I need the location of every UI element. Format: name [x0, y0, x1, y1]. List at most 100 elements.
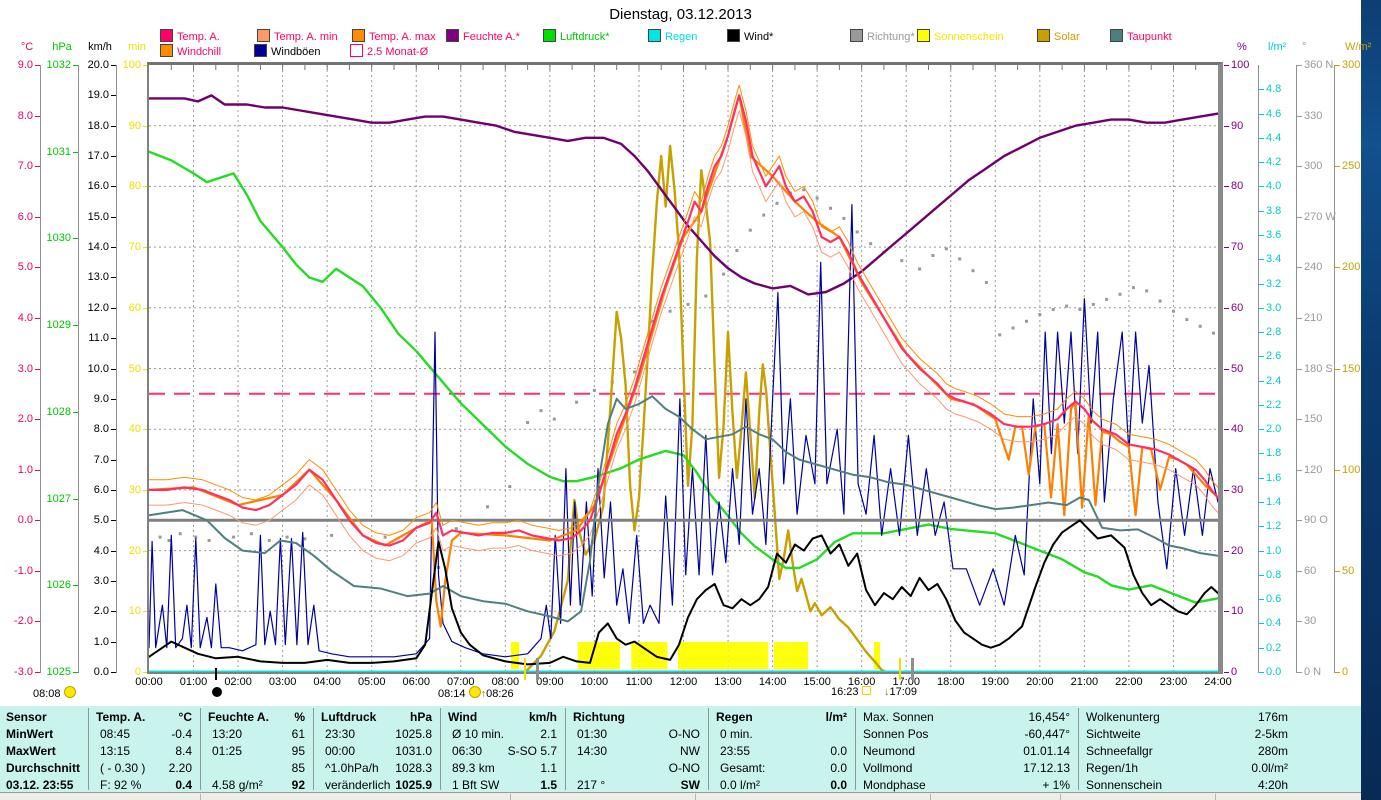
astro-value: 01.01.14 — [1023, 744, 1070, 758]
sunset-marker-a: 16:23 — [831, 686, 871, 698]
axis-tick — [1259, 332, 1264, 334]
axis-tick-label: 0.6 — [1266, 593, 1282, 606]
axis-tick-label: 1.8 — [1266, 447, 1282, 460]
axis-tick-label: 11.0 — [88, 332, 109, 345]
axis-tick — [1259, 404, 1264, 406]
x-axis-hour-label: 11:00 — [625, 676, 653, 688]
axis-tick-label: 90 O — [1304, 514, 1328, 527]
legend-swatch-icon — [352, 29, 365, 42]
table-value: 61 — [291, 727, 305, 741]
axis-tick — [1259, 647, 1264, 649]
legend-swatch-icon — [160, 44, 173, 57]
axis-tick-label: 70 — [128, 241, 141, 254]
axis-tick-label: 80 — [128, 180, 141, 193]
met-value: 176m — [1257, 710, 1288, 724]
axis-tick-label: 1.2 — [1266, 520, 1282, 533]
axis-tick — [111, 459, 116, 461]
twilight-tick — [911, 658, 914, 680]
axis-tick-label: 40 — [128, 423, 141, 436]
axis-tick — [1259, 574, 1264, 576]
table-value: NW — [680, 744, 700, 758]
axis-tick-label: 5.0 — [17, 261, 33, 274]
axis-tick-label: 210 — [1304, 311, 1323, 324]
statusbar-divider — [1060, 794, 1061, 800]
legend-label: Solar — [1054, 31, 1080, 43]
axis-tick-label: 360 N — [1304, 59, 1334, 71]
axis-tick-label: 180 S — [1304, 362, 1333, 375]
axis-unit-label: l/m² — [1268, 41, 1287, 53]
axis-tick-label: 90 — [128, 119, 141, 132]
legend-label: Wind* — [744, 31, 774, 43]
twilight-tick — [536, 658, 539, 680]
axis-tick — [35, 570, 40, 572]
x-axis-hour-label: 20:00 — [1026, 676, 1054, 688]
astro-value: + 1% — [1042, 778, 1070, 792]
statusbar-divider — [200, 794, 201, 800]
summary-table: Sensor MinWert MaxWert Durchschnitt 03.12. 2… — [0, 706, 1361, 792]
statusbar-divider — [930, 794, 931, 800]
axis-tick-label: 1030 — [46, 232, 71, 245]
axis-tick — [35, 621, 40, 623]
axis-tick-label: 30 — [1231, 483, 1244, 496]
axis-tick-label: 3.0 — [1266, 301, 1282, 314]
axis-tick — [1224, 611, 1229, 613]
desktop-background-strip — [1361, 0, 1381, 800]
axis-tick-label: 1027 — [46, 492, 71, 505]
status-bar — [0, 792, 1361, 800]
chart-plot — [149, 65, 1218, 672]
axis-tick-label: 300 — [1342, 59, 1361, 71]
axis-tick — [1224, 125, 1229, 127]
axis-tick — [35, 520, 40, 522]
x-axis-hour-label: 15:00 — [803, 676, 831, 688]
x-axis-hour-label: 04:00 — [313, 676, 341, 688]
legend-swatch-icon — [160, 29, 173, 42]
legend-item-regen: Regen — [648, 29, 697, 43]
axis-tick — [1259, 380, 1264, 382]
axis-tick — [73, 411, 78, 413]
table-col-unit: °C — [178, 710, 192, 724]
axis-tick — [1297, 520, 1302, 522]
table-value: 1025.8 — [395, 727, 432, 741]
legend-item-2-5-monat-: 2.5 Monat-Ø — [350, 44, 428, 58]
axis-tick-label: 3.0 — [93, 574, 109, 587]
met-value: 2-5km — [1254, 727, 1288, 741]
astro-value: 16,454° — [1028, 710, 1070, 724]
x-axis-hour-label: 03:00 — [268, 676, 297, 688]
legend-item-feuchte-a-: Feuchte A.* — [446, 29, 520, 43]
axis-tick — [35, 216, 40, 218]
legend-item-richtung-: Richtung* — [850, 29, 915, 43]
table-value: 0.0 — [830, 761, 847, 775]
legend-item-windb-en: Windböen — [254, 44, 321, 58]
axis-tick-label: 8.0 — [17, 109, 33, 122]
legend-swatch-icon — [257, 29, 270, 42]
axis-tick-label: 13.0 — [87, 271, 109, 284]
x-axis-hour-label: 24:00 — [1204, 676, 1232, 688]
axis-tick-label: 9.0 — [17, 59, 33, 71]
axis-tick-label: 2.6 — [1266, 350, 1282, 363]
axis-unit-label: hPa — [52, 41, 72, 53]
x-axis-hour-label: 18:00 — [936, 676, 965, 688]
axis-tick — [73, 238, 78, 240]
axis-tick-label: 2.4 — [1266, 374, 1282, 387]
axis-tick — [1224, 672, 1229, 673]
axis-tick-label: 150 — [1342, 362, 1361, 375]
axis-tick-label: 270 W — [1304, 210, 1336, 223]
axis-tick-label: 4.8 — [1266, 83, 1282, 96]
legend-swatch-icon — [850, 29, 863, 42]
legend-label: Windböen — [271, 46, 321, 58]
axis-tick — [111, 520, 116, 522]
axis-tick — [1335, 368, 1340, 370]
legend-swatch-icon — [543, 29, 556, 42]
table-col-header: Richtung — [573, 710, 625, 724]
axis-tick-label: 50 — [128, 362, 141, 375]
axis-tick-label: 6.0 — [17, 210, 33, 223]
legend-label: Richtung* — [867, 31, 915, 43]
legend-item-temp-a-min: Temp. A. min — [257, 29, 338, 43]
axis-tick — [1224, 368, 1229, 370]
axis-tick-label: 1.4 — [1266, 496, 1282, 509]
axis-tick-label: 17.0 — [87, 150, 109, 163]
table-value: 2.20 — [168, 761, 192, 775]
axis-tick — [111, 216, 116, 218]
axis-tick — [1259, 113, 1264, 115]
axis-tick-label: 0.0 — [1266, 666, 1282, 678]
